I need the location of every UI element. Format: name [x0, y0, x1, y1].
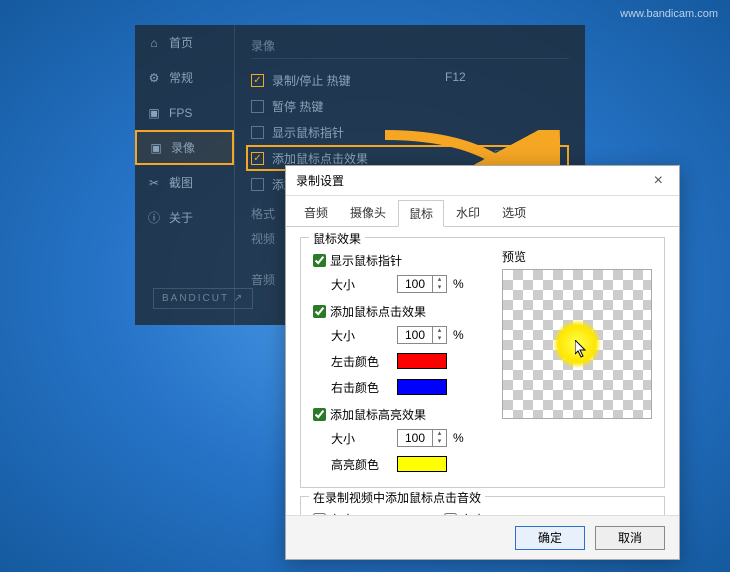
mouse-effects-group: 鼠标效果 显示鼠标指针 大小100▴▾% 添加鼠标点击效果 大小100▴▾% 左…	[300, 237, 665, 488]
panel-title: 录像	[251, 37, 569, 59]
chk-show-cursor[interactable]: 显示鼠标指针	[251, 119, 569, 145]
chk-highlight-effect[interactable]: 添加鼠标高亮效果	[313, 406, 486, 423]
highlight-size-spinner[interactable]: 100▴▾	[397, 429, 447, 447]
sidebar-item-fps[interactable]: ▣FPS	[135, 95, 234, 130]
info-icon: ⓘ	[147, 211, 161, 225]
preview-pane: 预览	[502, 248, 652, 475]
record-settings-dialog: 录制设置 × 音频 摄像头 鼠标 水印 选项 鼠标效果 显示鼠标指针 大小 100…	[285, 165, 680, 560]
dialog-tabs: 音频 摄像头 鼠标 水印 选项	[286, 196, 679, 227]
size-label: 大小	[331, 276, 391, 293]
hotkey-display[interactable]: F12	[445, 70, 466, 84]
cancel-button[interactable]: 取消	[595, 526, 665, 550]
chk-right-sound[interactable]: 右击	[444, 511, 485, 515]
chk-record-hotkey[interactable]: ✓录制/停止 热键	[251, 67, 569, 93]
watermark: www.bandicam.com	[620, 8, 718, 20]
left-click-color[interactable]	[397, 353, 447, 369]
tab-watermark[interactable]: 水印	[446, 200, 490, 226]
dialog-title: 录制设置	[296, 172, 344, 189]
sidebar-item-image[interactable]: ✂截图	[135, 165, 234, 200]
click-size-spinner[interactable]: 100▴▾	[397, 326, 447, 344]
tab-audio[interactable]: 音频	[294, 200, 338, 226]
dialog-titlebar: 录制设置 ×	[286, 166, 679, 196]
mouse-effects-title: 鼠标效果	[309, 230, 365, 247]
sidebar: ⌂首页 ⚙常规 ▣FPS ▣录像 ✂截图 ⓘ关于 BANDICUT ↗	[135, 25, 235, 325]
sidebar-item-about[interactable]: ⓘ关于	[135, 200, 234, 235]
video-icon: ▣	[149, 141, 163, 155]
preview-box	[502, 269, 652, 419]
tab-options[interactable]: 选项	[492, 200, 536, 226]
click-sound-title: 在录制视频中添加鼠标点击音效	[309, 489, 485, 506]
highlight-color[interactable]	[397, 456, 447, 472]
home-icon: ⌂	[147, 36, 161, 50]
cursor-size-spinner[interactable]: 100▴▾	[397, 275, 447, 293]
bandicut-link[interactable]: BANDICUT ↗	[153, 288, 253, 309]
sidebar-item-general[interactable]: ⚙常规	[135, 60, 234, 95]
right-click-color[interactable]	[397, 379, 447, 395]
click-sound-group: 在录制视频中添加鼠标点击音效 左击 右击	[300, 496, 665, 515]
chk-show-pointer[interactable]: 显示鼠标指针	[313, 252, 486, 269]
cursor-icon	[575, 340, 589, 358]
chk-left-sound[interactable]: 左击	[313, 511, 354, 515]
tab-mouse[interactable]: 鼠标	[398, 200, 444, 227]
fps-icon: ▣	[147, 106, 161, 120]
sidebar-item-video[interactable]: ▣录像	[135, 130, 234, 165]
preview-label: 预览	[502, 248, 652, 265]
chk-pause-hotkey[interactable]: 暂停 热键	[251, 93, 569, 119]
ok-button[interactable]: 确定	[515, 526, 585, 550]
gear-icon: ⚙	[147, 71, 161, 85]
close-icon[interactable]: ×	[648, 172, 669, 190]
camera-icon: ✂	[147, 176, 161, 190]
sidebar-item-home[interactable]: ⌂首页	[135, 25, 234, 60]
tab-webcam[interactable]: 摄像头	[340, 200, 396, 226]
dialog-footer: 确定 取消	[286, 515, 679, 559]
chk-click-effect[interactable]: 添加鼠标点击效果	[313, 303, 486, 320]
